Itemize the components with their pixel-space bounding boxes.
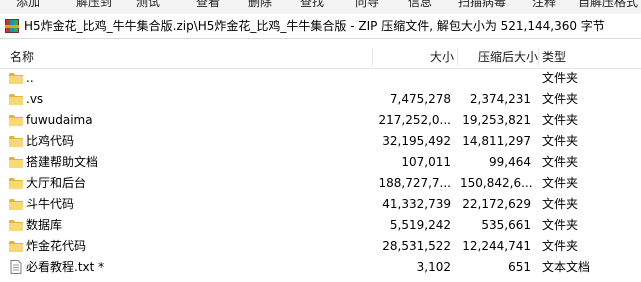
column-header-row: 名称 大小 压缩后大小 类型 bbox=[0, 46, 641, 69]
folder-icon bbox=[9, 218, 23, 232]
toolbar-wizard-button[interactable]: 向导 bbox=[355, 0, 379, 10]
folder-icon bbox=[9, 113, 23, 127]
folder-icon bbox=[9, 176, 23, 190]
list-item[interactable]: 大厅和后台 188,727,7... 150,842,6... 文件夹 bbox=[0, 173, 641, 194]
item-packed-size: 14,811,297 bbox=[462, 134, 531, 148]
item-name: .vs bbox=[26, 92, 44, 106]
list-item[interactable]: 斗牛代码 41,332,739 22,172,629 文件夹 bbox=[0, 194, 641, 215]
toolbar-sfx-button[interactable]: 自解压格式 bbox=[578, 0, 638, 10]
item-type: 文件夹 bbox=[542, 155, 579, 169]
column-divider[interactable] bbox=[538, 48, 539, 66]
winrar-window: 添加 解压到 测试 查看 删除 查找 向导 信息 扫描病毒 注释 自解压格式 H… bbox=[0, 0, 641, 282]
list-item[interactable]: fuwudaima 217,252,0... 19,253,821 文件夹 bbox=[0, 110, 641, 131]
item-packed-size: 651 bbox=[508, 260, 531, 274]
item-type: 文件夹 bbox=[542, 197, 579, 211]
item-type: 文件夹 bbox=[542, 218, 579, 232]
item-type: 文件夹 bbox=[542, 176, 579, 190]
item-name: 数据库 bbox=[26, 218, 63, 232]
archive-path-text: H5炸金花_比鸡_牛牛集合版.zip\H5炸金花_比鸡_牛牛集合版 - ZIP … bbox=[24, 19, 605, 33]
column-header-type[interactable]: 类型 bbox=[542, 46, 566, 68]
text-file-icon bbox=[9, 260, 23, 274]
item-packed-size: 150,842,6... bbox=[460, 176, 533, 190]
item-size: 188,727,7... bbox=[378, 176, 451, 190]
item-name: 搭建帮助文档 bbox=[26, 155, 99, 169]
item-type: 文件夹 bbox=[542, 239, 579, 253]
zip-archive-icon bbox=[5, 19, 19, 33]
item-size bbox=[376, 68, 451, 89]
list-item[interactable]: .vs 7,475,278 2,374,231 文件夹 bbox=[0, 89, 641, 110]
folder-icon bbox=[9, 197, 23, 211]
item-type: 文件夹 bbox=[542, 92, 579, 106]
toolbar-info-button[interactable]: 信息 bbox=[408, 0, 432, 10]
toolbar-extract-button[interactable]: 解压到 bbox=[76, 0, 112, 10]
item-size: 32,195,492 bbox=[382, 134, 451, 148]
item-type: 文件夹 bbox=[542, 113, 579, 127]
item-size: 3,102 bbox=[416, 260, 451, 274]
item-packed-size bbox=[460, 68, 531, 89]
list-item[interactable]: 炸金花代码 28,531,522 12,244,741 文件夹 bbox=[0, 236, 641, 257]
column-divider[interactable] bbox=[372, 48, 373, 66]
item-packed-size: 22,172,629 bbox=[462, 197, 531, 211]
item-name: 必看教程.txt * bbox=[26, 260, 105, 274]
item-name: fuwudaima bbox=[26, 113, 93, 127]
column-divider[interactable] bbox=[457, 48, 458, 66]
folder-icon bbox=[9, 155, 23, 169]
item-size: 217,252,0... bbox=[378, 113, 451, 127]
item-packed-size: 12,244,741 bbox=[462, 239, 531, 253]
item-name: .. bbox=[26, 71, 34, 85]
toolbar-find-button[interactable]: 查找 bbox=[300, 0, 324, 10]
item-type: 文件夹 bbox=[542, 134, 579, 148]
item-packed-size: 535,661 bbox=[481, 218, 531, 232]
list-item[interactable]: 数据库 5,519,242 535,661 文件夹 bbox=[0, 215, 641, 236]
item-size: 107,011 bbox=[401, 155, 451, 169]
toolbar-view-button[interactable]: 查看 bbox=[196, 0, 220, 10]
toolbar: 添加 解压到 测试 查看 删除 查找 向导 信息 扫描病毒 注释 自解压格式 bbox=[0, 0, 641, 15]
item-packed-size: 19,253,821 bbox=[462, 113, 531, 127]
item-size: 28,531,522 bbox=[382, 239, 451, 253]
item-packed-size: 2,374,231 bbox=[469, 92, 531, 106]
folder-icon bbox=[9, 134, 23, 148]
item-name: 炸金花代码 bbox=[26, 239, 87, 253]
toolbar-virus-scan-button[interactable]: 扫描病毒 bbox=[458, 0, 506, 10]
item-type: 文件夹 bbox=[542, 71, 579, 85]
item-size: 5,519,242 bbox=[389, 218, 451, 232]
list-item[interactable]: 必看教程.txt * 3,102 651 文本文档 bbox=[0, 257, 641, 278]
column-header-name[interactable]: 名称 bbox=[10, 46, 34, 68]
column-header-size[interactable]: 大小 bbox=[376, 46, 454, 68]
item-size: 41,332,739 bbox=[382, 197, 451, 211]
toolbar-test-button[interactable]: 测试 bbox=[136, 0, 160, 10]
folder-icon bbox=[9, 239, 23, 253]
list-item[interactable]: 搭建帮助文档 107,011 99,464 文件夹 bbox=[0, 152, 641, 173]
address-bar[interactable]: H5炸金花_比鸡_牛牛集合版.zip\H5炸金花_比鸡_牛牛集合版 - ZIP … bbox=[0, 14, 641, 39]
item-name: 比鸡代码 bbox=[26, 134, 75, 148]
toolbar-add-button[interactable]: 添加 bbox=[16, 0, 40, 10]
item-type: 文本文档 bbox=[542, 260, 591, 274]
folder-icon bbox=[9, 71, 23, 85]
item-name: 大厅和后台 bbox=[26, 176, 87, 190]
list-item[interactable]: 比鸡代码 32,195,492 14,811,297 文件夹 bbox=[0, 131, 641, 152]
column-header-packed-size[interactable]: 压缩后大小 bbox=[460, 46, 538, 68]
item-packed-size: 99,464 bbox=[489, 155, 531, 169]
toolbar-delete-button[interactable]: 删除 bbox=[248, 0, 272, 10]
item-size: 7,475,278 bbox=[389, 92, 451, 106]
toolbar-comment-button[interactable]: 注释 bbox=[532, 0, 556, 10]
folder-icon bbox=[9, 92, 23, 106]
list-item[interactable]: .. 文件夹 bbox=[0, 68, 641, 89]
item-name: 斗牛代码 bbox=[26, 197, 75, 211]
file-list: .. 文件夹 .vs 7,475,278 2,374,231 文件夹 fuwud… bbox=[0, 68, 641, 278]
